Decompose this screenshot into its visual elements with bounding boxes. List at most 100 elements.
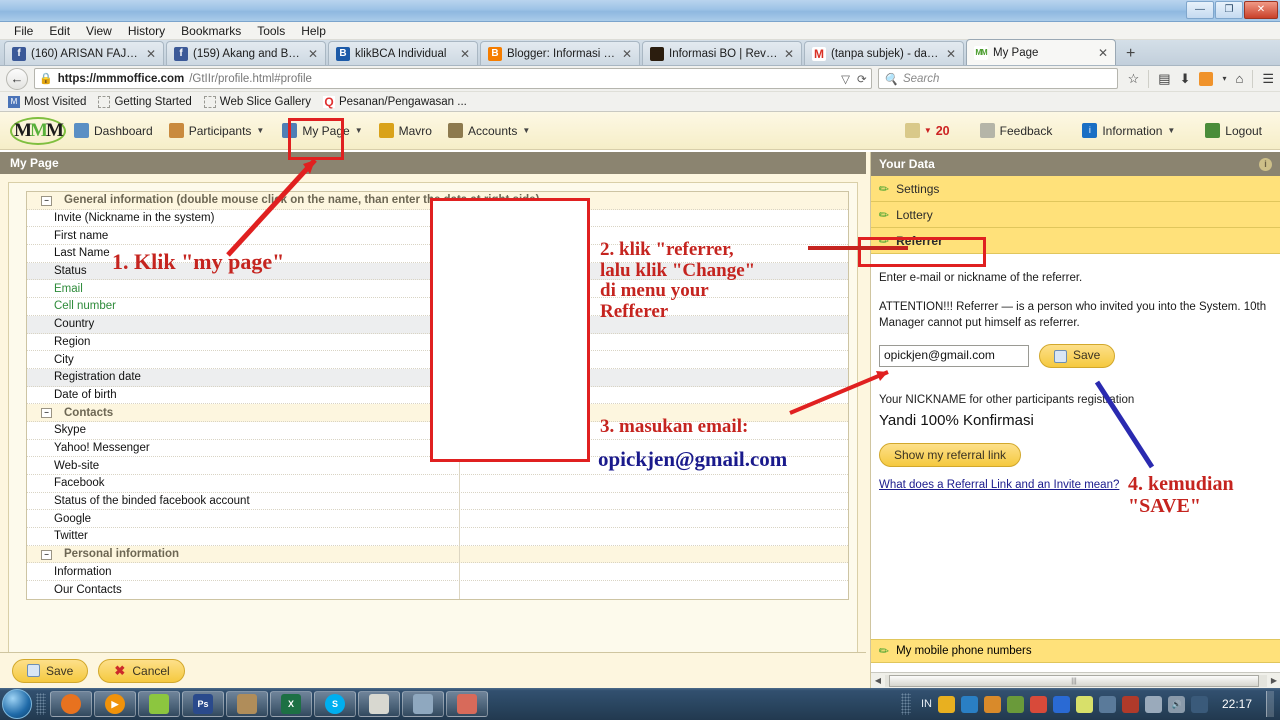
- chevron-down-icon[interactable]: ▽: [841, 72, 850, 86]
- nav-mavro[interactable]: Mavro: [371, 119, 440, 142]
- scroll-left-icon[interactable]: ◀: [871, 676, 885, 685]
- taskbar-item-media-player[interactable]: ▶: [94, 691, 136, 717]
- close-button[interactable]: ✕: [1244, 1, 1278, 19]
- accordion-item-lottery[interactable]: ✎ Lottery: [871, 202, 1280, 228]
- horizontal-scrollbar[interactable]: ◀ ||| ▶: [871, 672, 1280, 688]
- download-icon[interactable]: ⬇: [1180, 71, 1191, 87]
- mmm-logo[interactable]: MMM: [10, 116, 66, 145]
- accordion-item-mobile-phones[interactable]: ✎ My mobile phone numbers: [871, 639, 1280, 663]
- menu-view[interactable]: View: [78, 23, 120, 39]
- taskbar-grip[interactable]: [36, 693, 46, 715]
- new-tab-button[interactable]: +: [1118, 45, 1143, 65]
- browser-tab[interactable]: Informasi BO | Review ... ✕: [642, 41, 802, 65]
- group-general-information[interactable]: − General information (double mouse clic…: [27, 192, 848, 210]
- antivirus-icon[interactable]: [937, 695, 955, 713]
- expander-icon[interactable]: −: [41, 408, 52, 419]
- nav-information[interactable]: i Information ▼: [1074, 119, 1183, 142]
- field-row-date-of-birth[interactable]: Date of birth: [27, 386, 848, 405]
- block-icon[interactable]: [1029, 695, 1047, 713]
- field-row-country[interactable]: Country: [27, 315, 848, 334]
- field-row-city[interactable]: City: [27, 351, 848, 369]
- field-row-facebook[interactable]: Facebook: [27, 475, 848, 493]
- network-icon[interactable]: [1190, 695, 1208, 713]
- nav-feedback[interactable]: Feedback: [972, 119, 1061, 142]
- field-row-google[interactable]: Google: [27, 510, 848, 529]
- start-button[interactable]: [2, 689, 32, 719]
- messages-indicator[interactable]: ▼ 20: [897, 119, 958, 142]
- field-row-last-name[interactable]: Last Name: [27, 245, 848, 263]
- referrer-input[interactable]: opickjen@gmail.com: [879, 345, 1029, 368]
- tab-close-icon[interactable]: ✕: [945, 47, 957, 61]
- tab-close-icon[interactable]: ✕: [307, 47, 319, 61]
- leaf-icon[interactable]: [1075, 695, 1093, 713]
- bookmark-pesanan[interactable]: Q Pesanan/Pengawasan ...: [322, 95, 467, 108]
- taskbar-item-skype[interactable]: S: [314, 691, 356, 717]
- taskbar-item-excel[interactable]: X: [270, 691, 312, 717]
- field-row-information[interactable]: Information: [27, 563, 848, 582]
- field-row-cell-number[interactable]: Cell number: [27, 298, 848, 316]
- taskbar-item-printer[interactable]: [226, 691, 268, 717]
- browser-tab[interactable]: f (159) Akang and BO'S ... ✕: [166, 41, 326, 65]
- show-desktop-button[interactable]: [1266, 691, 1274, 717]
- tray-grip[interactable]: [900, 693, 911, 715]
- taskbar-item-photoshop[interactable]: Ps: [182, 691, 224, 717]
- tab-close-icon[interactable]: ✕: [145, 47, 157, 61]
- field-row-our-contacts[interactable]: Our Contacts: [27, 581, 848, 599]
- scrollbar-track[interactable]: |||: [885, 674, 1267, 687]
- tab-close-icon[interactable]: ✕: [783, 47, 795, 61]
- field-row-region[interactable]: Region: [27, 333, 848, 352]
- taskbar-item-notes[interactable]: [358, 691, 400, 717]
- download-manager-icon[interactable]: [960, 695, 978, 713]
- taskbar-item-camera[interactable]: [446, 691, 488, 717]
- tab-close-icon[interactable]: ✕: [459, 47, 471, 61]
- menu-help[interactable]: Help: [293, 23, 334, 39]
- usb-icon[interactable]: [1121, 695, 1139, 713]
- menu-edit[interactable]: Edit: [41, 23, 78, 39]
- bookmark-web-slice-gallery[interactable]: Web Slice Gallery: [203, 95, 311, 108]
- accordion-item-settings[interactable]: ✎ Settings: [871, 176, 1280, 202]
- nav-my-page[interactable]: My Page ▼: [272, 119, 370, 142]
- expander-icon[interactable]: −: [41, 549, 52, 560]
- shield-icon[interactable]: [1006, 695, 1024, 713]
- language-indicator[interactable]: IN: [921, 698, 932, 710]
- show-referral-link-button[interactable]: Show my referral link: [879, 443, 1022, 468]
- save-icon[interactable]: [1144, 695, 1162, 713]
- menu-history[interactable]: History: [120, 23, 173, 39]
- chevron-down-icon[interactable]: ▾: [1222, 74, 1226, 83]
- clock[interactable]: 22:17: [1214, 697, 1260, 711]
- kaspersky-icon[interactable]: [1199, 71, 1214, 86]
- taskbar-item-firefox[interactable]: [50, 691, 92, 717]
- tab-close-icon[interactable]: ✕: [621, 47, 633, 61]
- taskbar-item-media[interactable]: [402, 691, 444, 717]
- url-input[interactable]: 🔒 https://mmmoffice.com/GtIIr/profile.ht…: [34, 68, 872, 89]
- folder-icon[interactable]: [983, 695, 1001, 713]
- referral-help-link[interactable]: What does a Referral Link and an Invite …: [879, 477, 1272, 494]
- field-row-invite[interactable]: Invite (Nickname in the system): [27, 209, 848, 228]
- info-icon[interactable]: i: [1259, 157, 1272, 171]
- save-button[interactable]: Save: [12, 658, 89, 683]
- reload-icon[interactable]: ⟳: [857, 72, 867, 86]
- group-contacts[interactable]: − Contacts: [27, 404, 848, 422]
- group-personal-information[interactable]: − Personal information: [27, 545, 848, 564]
- menu-file[interactable]: File: [6, 23, 41, 39]
- bookmark-getting-started[interactable]: Getting Started: [98, 95, 192, 108]
- bookmark-most-visited[interactable]: M Most Visited: [8, 95, 86, 108]
- nav-logout[interactable]: Logout: [1197, 119, 1270, 142]
- settings-icon[interactable]: [1098, 695, 1116, 713]
- scroll-right-icon[interactable]: ▶: [1267, 676, 1280, 685]
- field-row-first-name[interactable]: First name: [27, 227, 848, 246]
- browser-tab[interactable]: M (tanpa subjek) - daftar... ✕: [804, 41, 964, 65]
- browser-tab[interactable]: B Blogger: Informasi BO... ✕: [480, 41, 640, 65]
- field-row-registration-date[interactable]: Registration date: [27, 368, 848, 387]
- field-row-yahoo-messenger[interactable]: Yahoo! Messenger: [27, 439, 848, 458]
- home-icon[interactable]: ⌂: [1235, 71, 1243, 86]
- reader-icon[interactable]: ▤: [1158, 71, 1170, 87]
- accordion-item-referrer[interactable]: ✎ Referrer: [871, 228, 1280, 254]
- tab-close-icon[interactable]: ✕: [1097, 46, 1109, 60]
- menu-tools[interactable]: Tools: [249, 23, 293, 39]
- back-icon[interactable]: ←: [6, 67, 28, 90]
- menu-bookmarks[interactable]: Bookmarks: [173, 23, 249, 39]
- minimize-button[interactable]: —: [1186, 1, 1214, 19]
- bookmark-star-icon[interactable]: ☆: [1128, 71, 1140, 87]
- nav-dashboard[interactable]: Dashboard: [66, 119, 161, 142]
